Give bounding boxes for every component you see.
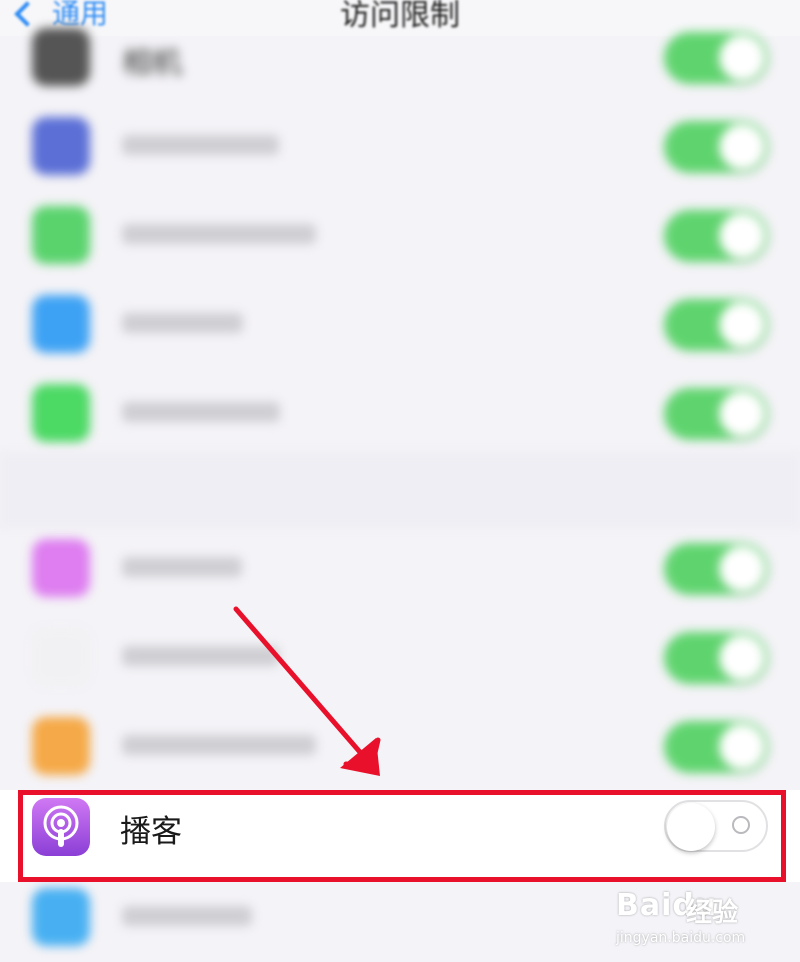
annotation-arrow-icon [233,606,381,776]
watermark-sub: 经验 [686,898,739,928]
watermark-url: jingyan.baidu.com [616,930,746,946]
baidu-watermark: Baidu 经验 jingyan.baidu.com [616,878,796,962]
